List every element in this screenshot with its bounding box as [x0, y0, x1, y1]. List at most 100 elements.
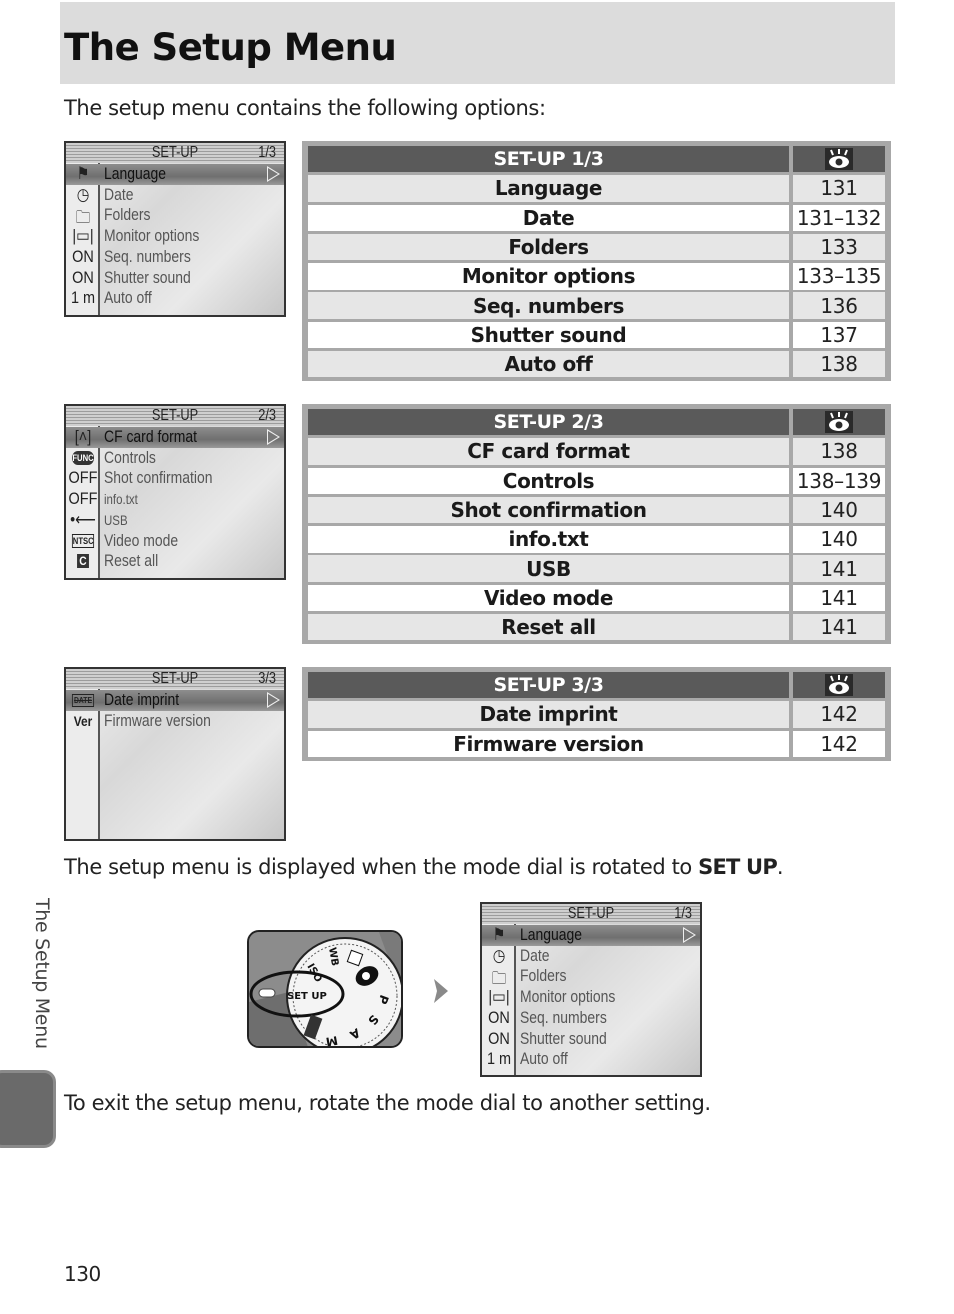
lcd-menu-item-label: Monitor options	[520, 987, 616, 1007]
submenu-arrow-icon	[267, 166, 280, 182]
submenu-arrow-icon	[267, 692, 280, 708]
lcd-header-page: 1/3	[673, 905, 692, 922]
table-option-cell: Date imprint	[308, 701, 789, 728]
lcd-menu-item-label: Auto off	[104, 288, 152, 308]
lcd-menu-item: ON Shutter sound	[482, 1029, 700, 1050]
table-page-cell: 131–132	[793, 204, 885, 231]
lcd-menu-item-label: Monitor options	[104, 226, 200, 246]
lcd-menu-item-label: Shot confirmation	[104, 468, 213, 488]
dial-instruction-text: The setup menu is displayed when the mod…	[64, 855, 784, 879]
clock-icon: ◷	[76, 184, 90, 204]
table-page-cell: 131	[793, 175, 885, 202]
table-row: USB 141	[308, 555, 885, 582]
lcd-header-title: SET-UP	[567, 905, 615, 922]
lcd-screen-setup-2: SET-UP 2/3 [˄] CF card format FUNC Controls OF…	[64, 404, 286, 580]
lcd-screen-setup-result: SET-UP 1/3 ⚑ Language ◷ Date 🗀 Folders |▭| Monito…	[480, 902, 702, 1077]
off-icon: OFF	[68, 489, 98, 509]
table-page-cell: 140	[793, 496, 885, 524]
lcd-menu-item-label: Shutter sound	[520, 1028, 607, 1048]
table-option-cell: Monitor options	[308, 263, 789, 290]
ntsc-icon: NTSC	[71, 533, 95, 548]
off-icon: OFF	[68, 468, 98, 488]
flag-icon: ⚑	[492, 925, 506, 944]
table-header-row: SET-UP 3/3	[308, 672, 885, 699]
table-option-cell: Folders	[308, 233, 789, 261]
dial-label-m: M	[325, 1033, 339, 1048]
on-icon: ON	[488, 1007, 510, 1027]
dial-setting-setup: SET UP	[698, 855, 778, 879]
table-header-page-ref	[793, 409, 885, 436]
table-row: Seq. numbers 136	[308, 292, 885, 319]
usb-icon: •⟵	[70, 509, 96, 529]
reference-table-setup-2: SET-UP 2/3 CF card format 138 Controls 138–1…	[302, 404, 891, 645]
lcd-menu-item: ON Seq. numbers	[66, 247, 284, 268]
lcd-menu-item-label: Language	[520, 925, 583, 944]
timer-icon: 1 m	[486, 1049, 512, 1069]
lcd-menu-item-label: Auto off	[520, 1049, 568, 1069]
eye-icon	[825, 674, 853, 697]
table-page-cell: 142	[793, 701, 885, 728]
lcd-menu-item: ON Seq. numbers	[482, 1008, 700, 1029]
lcd-menu-item: ◷ Date	[482, 946, 700, 967]
eye-icon	[825, 411, 853, 434]
table-option-cell: Seq. numbers	[308, 292, 789, 319]
lcd-header-page: 2/3	[257, 407, 276, 424]
lcd-menu-item-label: Date	[104, 184, 134, 204]
lcd-menu-item-label: Reset all	[104, 551, 159, 571]
lcd-menu-item: 🗀 Folders	[482, 966, 700, 988]
lcd-menu-item: ⚑ Language	[66, 164, 284, 185]
table-page-cell: 138	[793, 438, 885, 465]
dial-text-after: .	[776, 855, 784, 879]
table-page-cell: 141	[793, 613, 885, 641]
lcd-menu-item-label: Seq. numbers	[520, 1007, 607, 1027]
lcd-menu-item: •⟵ USB	[66, 510, 284, 531]
lcd-menu-item: 1 m Auto off	[482, 1049, 700, 1070]
table-page-cell: 140	[793, 526, 885, 553]
table-option-cell: Language	[308, 175, 789, 202]
table-option-cell: Firmware version	[308, 730, 789, 757]
lcd-screen-setup-1: SET-UP 1/3 ⚑ Language ◷ Date 🗀 Folders |▭| Monito…	[64, 141, 286, 317]
table-page-cell: 136	[793, 292, 885, 319]
table-header-page-ref	[793, 146, 885, 173]
reset-icon: C	[77, 554, 89, 569]
table-page-cell: 141	[793, 584, 885, 612]
table-page-cell: 142	[793, 730, 885, 757]
page-title: The Setup Menu	[64, 26, 397, 69]
table-page-cell: 137	[793, 321, 885, 349]
monitor-icon: |▭|	[72, 226, 94, 246]
lcd-menu-item: ◷ Date	[66, 185, 284, 206]
on-icon: ON	[72, 267, 94, 287]
mode-dial-graphic: SET UP ISO WB P S A M	[249, 932, 401, 1048]
table-row: CF card format 138	[308, 438, 885, 465]
table-option-cell: Controls	[308, 467, 789, 494]
version-icon: Ver	[73, 712, 93, 729]
lcd-header-page: 1/3	[257, 144, 276, 161]
table-row: Shot confirmation 140	[308, 496, 885, 524]
submenu-arrow-icon	[683, 927, 696, 943]
table-option-cell: Video mode	[308, 584, 789, 612]
lcd-menu-item: C Reset all	[66, 551, 284, 572]
table-page-cell: 138–139	[793, 467, 885, 494]
dial-text-before: The setup menu is displayed when the mod…	[64, 855, 699, 879]
lcd-menu-item: FUNC Controls	[66, 448, 284, 469]
table-page-cell: 141	[793, 555, 885, 582]
table-row: Firmware version 142	[308, 730, 885, 757]
lcd-header-title: SET-UP	[151, 670, 199, 687]
eye-icon	[825, 148, 853, 171]
table-option-cell: Auto off	[308, 350, 789, 378]
lcd-menu-item: [˄] CF card format	[66, 427, 284, 448]
table-header-title: SET-UP 2/3	[308, 409, 789, 436]
table-header-title: SET-UP 3/3	[308, 672, 789, 699]
table-header-title: SET-UP 1/3	[308, 146, 789, 173]
lcd-menu-item-label: Folders	[104, 205, 151, 225]
lcd-header-title: SET-UP	[151, 407, 199, 424]
lcd-menu-item: DATE Date imprint	[66, 690, 284, 711]
table-row: Date imprint 142	[308, 701, 885, 728]
side-section-tab	[0, 1070, 56, 1148]
table-option-cell: info.txt	[308, 526, 789, 553]
date-imprint-icon: DATE	[71, 694, 95, 707]
lcd-menu-item: |▭| Monitor options	[482, 987, 700, 1008]
table-option-cell: Date	[308, 204, 789, 231]
lcd-menu-item: NTSC Video mode	[66, 531, 284, 552]
table-row: Folders 133	[308, 233, 885, 261]
